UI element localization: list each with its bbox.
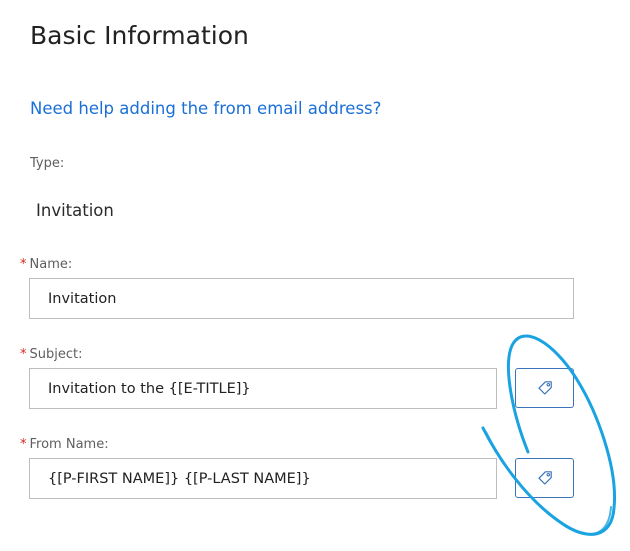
from-name-label-text: From Name: [29, 437, 109, 452]
required-indicator: * [20, 437, 27, 452]
from-name-label: * From Name: [20, 436, 109, 454]
type-label: Type: [30, 156, 65, 171]
subject-merge-tag-button[interactable] [515, 368, 574, 408]
subject-input[interactable] [29, 368, 497, 409]
tag-icon [536, 469, 554, 487]
name-label: * Name: [20, 256, 72, 274]
required-indicator: * [20, 347, 27, 362]
tag-icon [536, 379, 554, 397]
help-link[interactable]: Need help adding the from email address? [30, 97, 381, 121]
page-title: Basic Information [30, 21, 249, 50]
name-input[interactable] [29, 278, 574, 319]
subject-label: * Subject: [20, 346, 82, 364]
basic-information-form: Basic Information Need help adding the f… [0, 0, 630, 551]
from-name-input[interactable] [29, 458, 497, 499]
from-name-merge-tag-button[interactable] [515, 458, 574, 498]
type-value: Invitation [36, 201, 114, 220]
name-label-text: Name: [29, 257, 73, 272]
required-indicator: * [20, 257, 27, 272]
subject-label-text: Subject: [29, 347, 83, 362]
